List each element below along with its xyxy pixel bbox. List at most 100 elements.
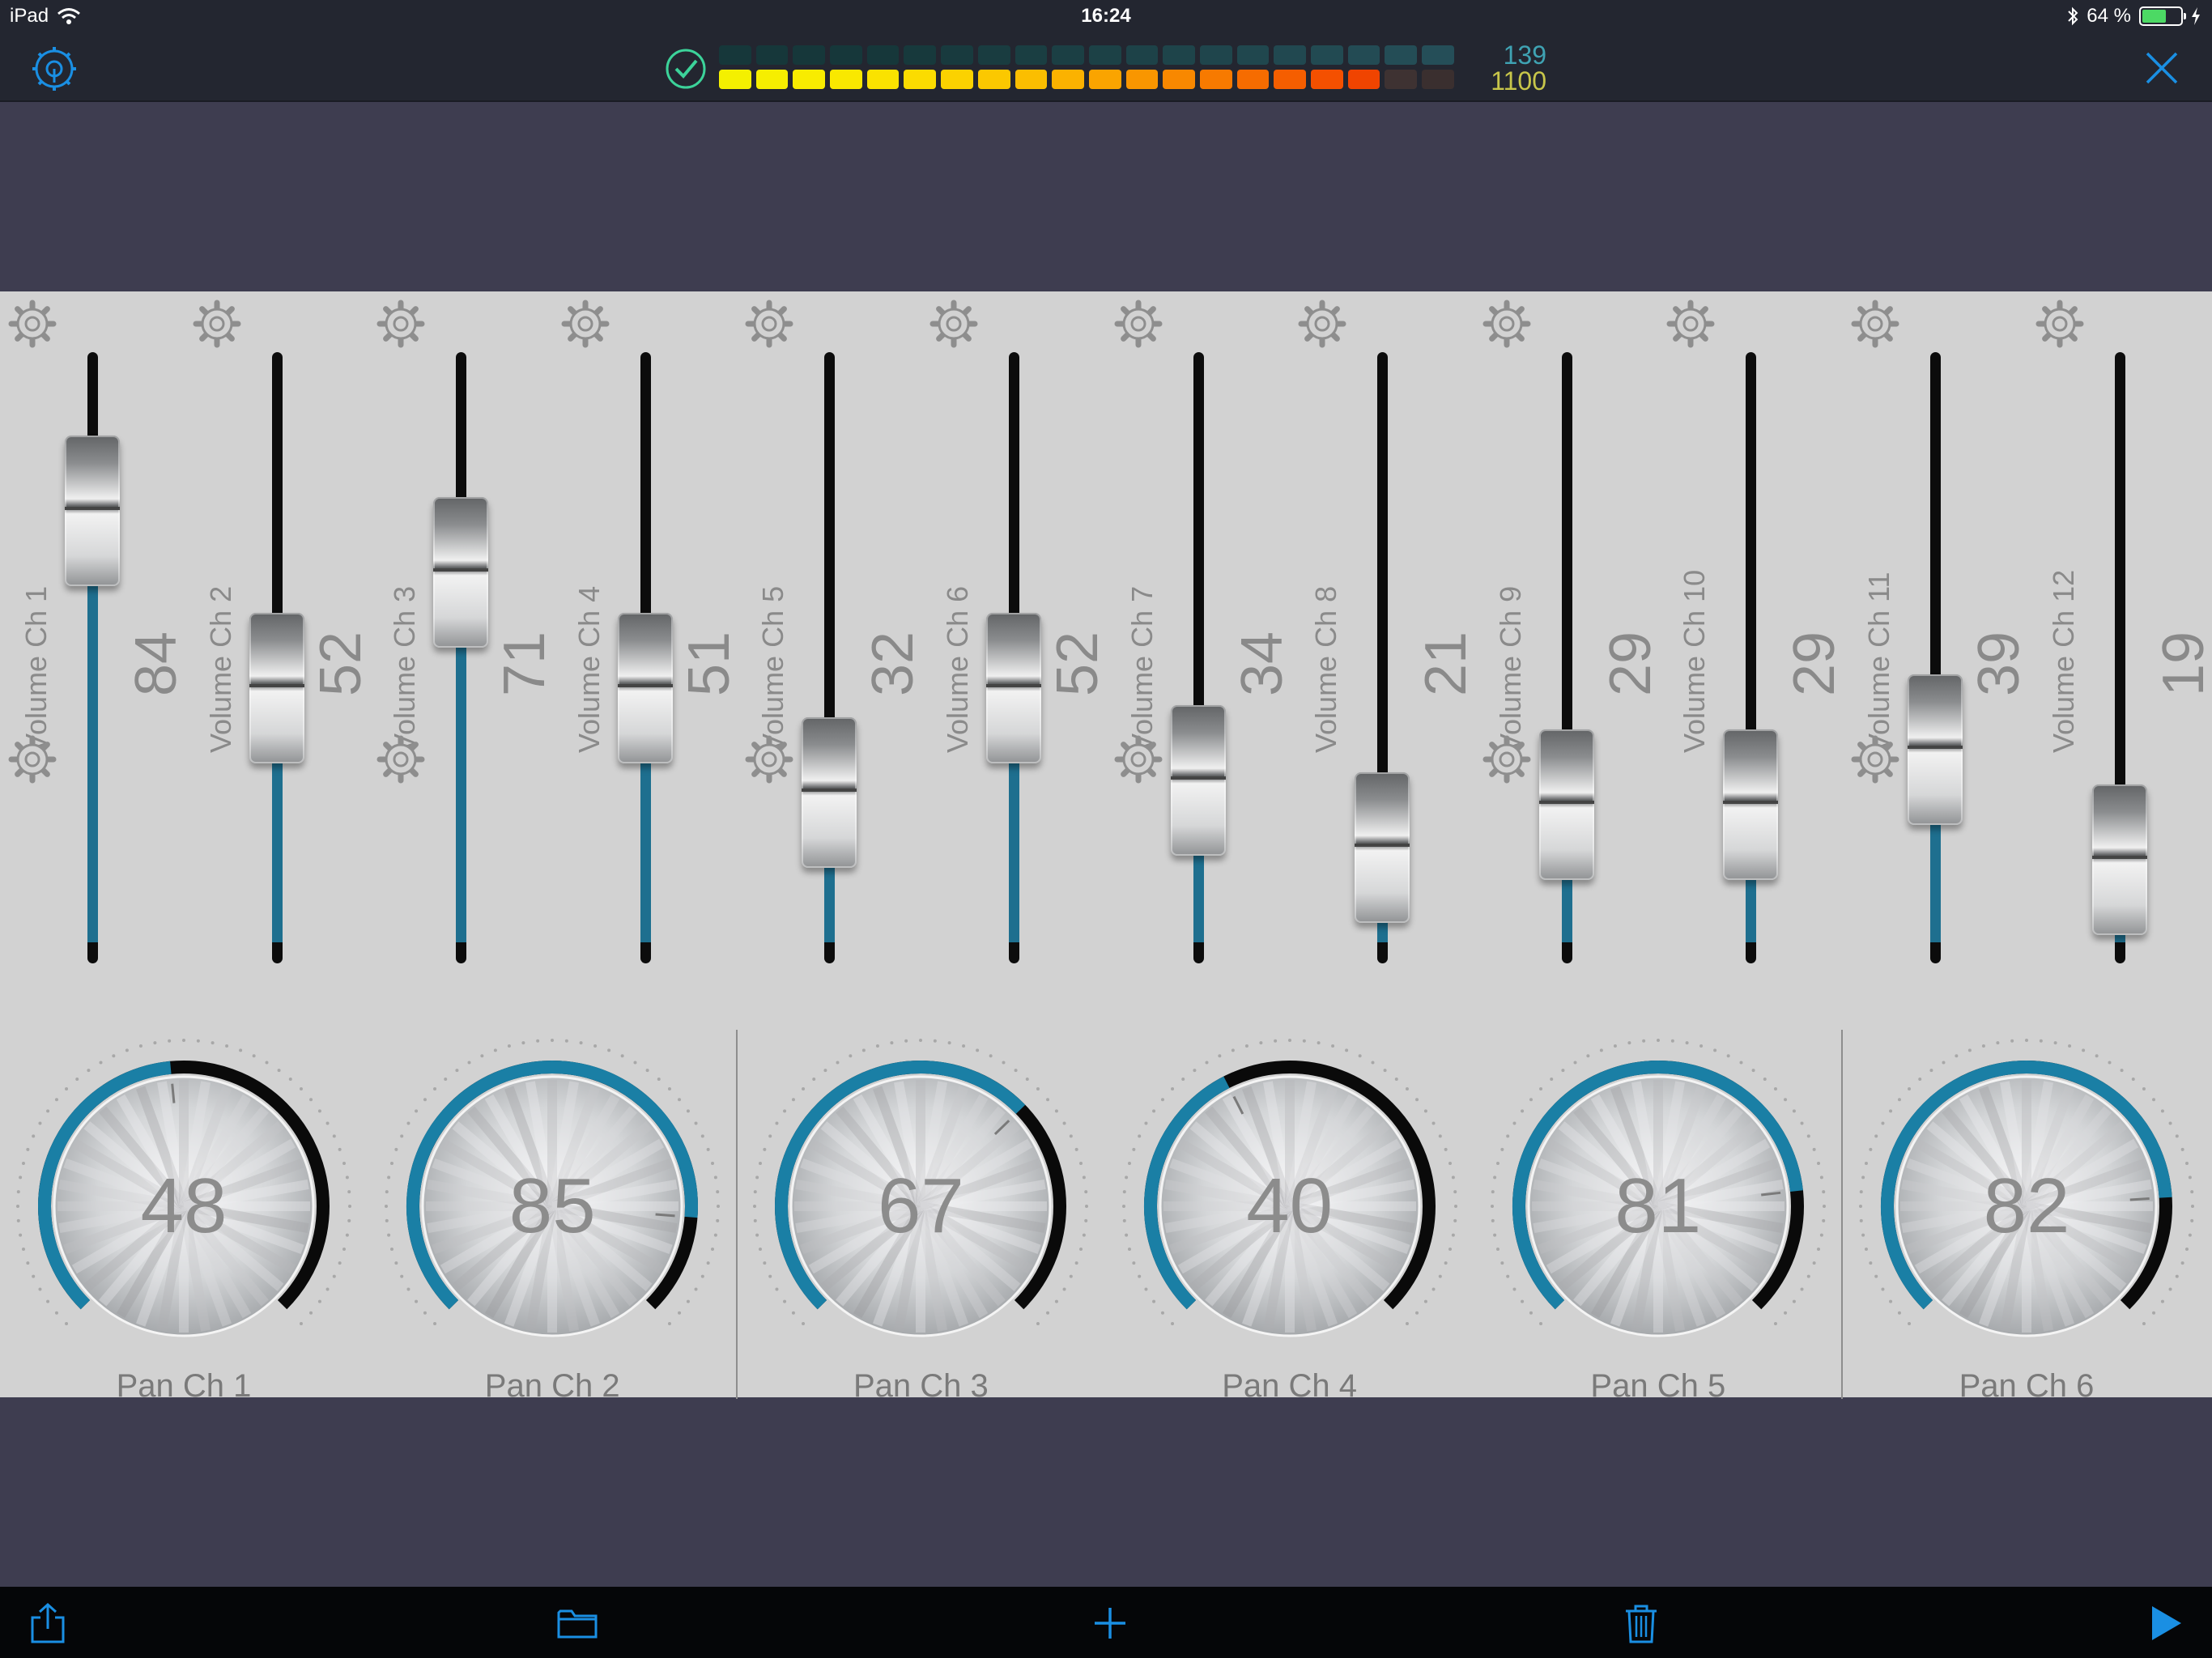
gear-icon[interactable] xyxy=(1666,300,1715,348)
meter-row-top xyxy=(719,45,1454,65)
pan-label: Pan Ch 2 xyxy=(484,1368,620,1404)
share-icon[interactable] xyxy=(26,1601,70,1645)
fader-track[interactable] xyxy=(1930,352,1941,963)
gear-icon[interactable] xyxy=(2035,300,2084,348)
gear-icon[interactable] xyxy=(8,300,57,348)
group-divider xyxy=(1841,1030,1843,1399)
meter-segment xyxy=(830,45,862,65)
fader-track[interactable] xyxy=(1193,352,1204,963)
meter-segment xyxy=(1163,70,1195,89)
fader-label: Volume Ch 7 xyxy=(1125,585,1159,753)
play-icon[interactable] xyxy=(2144,1601,2188,1645)
charging-icon xyxy=(2192,7,2200,25)
meter-segment xyxy=(1385,70,1418,89)
gear-icon[interactable] xyxy=(1482,735,1531,784)
level-meter xyxy=(719,45,1454,94)
fader-label: Volume Ch 8 xyxy=(1309,585,1343,753)
gear-icon[interactable] xyxy=(8,735,57,784)
gear-icon[interactable] xyxy=(1114,300,1163,348)
bluetooth-icon xyxy=(2068,6,2078,26)
fader-value: 29 xyxy=(1782,631,1848,696)
fader-knob[interactable] xyxy=(1538,729,1594,880)
meter-segment xyxy=(1274,45,1306,65)
meter-segment xyxy=(1052,70,1084,89)
meter-segment xyxy=(1088,45,1121,65)
meter-count-top: 139 xyxy=(1503,40,1546,70)
fader-knob[interactable] xyxy=(433,496,489,648)
fader-knob[interactable] xyxy=(2091,784,2147,935)
fader-track[interactable] xyxy=(824,352,836,963)
meter-segment xyxy=(1236,45,1270,65)
fader-knob[interactable] xyxy=(617,613,673,764)
pan-label: Pan Ch 3 xyxy=(853,1368,989,1404)
pan-label: Pan Ch 1 xyxy=(116,1368,252,1404)
gear-icon[interactable] xyxy=(745,735,793,784)
meter-segment xyxy=(793,45,826,65)
fader-knob[interactable] xyxy=(1355,772,1410,923)
gear-icon[interactable] xyxy=(376,735,425,784)
fader-knob[interactable] xyxy=(986,613,1041,764)
fader-label: Volume Ch 9 xyxy=(1493,585,1527,753)
meter-segment xyxy=(941,45,973,65)
meter-segment xyxy=(793,70,826,89)
gear-icon[interactable] xyxy=(1482,300,1531,348)
meter-segment xyxy=(866,70,900,89)
meter-segment xyxy=(1422,70,1454,89)
fader-knob[interactable] xyxy=(802,716,857,868)
header-bar: 139 1100 xyxy=(0,34,2212,102)
meter-segment xyxy=(1199,70,1232,89)
fader-track[interactable] xyxy=(456,352,467,963)
gear-icon[interactable] xyxy=(1298,300,1346,348)
trash-icon[interactable] xyxy=(1619,1601,1663,1645)
fader-knob[interactable] xyxy=(65,436,120,587)
fader-knob[interactable] xyxy=(1908,674,1963,825)
meter-segment xyxy=(1274,70,1306,89)
meter-counts: 139 1100 xyxy=(1482,42,1546,94)
pan-label: Pan Ch 6 xyxy=(1959,1368,2095,1404)
fader-value: 21 xyxy=(1414,631,1479,696)
battery-percent: 64 % xyxy=(2087,5,2131,27)
group-divider xyxy=(736,1030,738,1399)
gear-icon[interactable] xyxy=(193,300,241,348)
gear-icon[interactable] xyxy=(929,300,978,348)
fader-knob[interactable] xyxy=(1170,704,1226,856)
gear-icon[interactable] xyxy=(376,300,425,348)
control-panel: Volume Ch 1 84 Volume Ch 2 52 Volume Ch 3 71 V… xyxy=(0,291,2212,1404)
folder-icon[interactable] xyxy=(555,1601,599,1645)
plus-icon[interactable] xyxy=(1088,1601,1132,1645)
gear-icon[interactable] xyxy=(1851,735,1899,784)
fader-value: 51 xyxy=(676,631,742,696)
fader-label: Volume Ch 3 xyxy=(388,585,422,753)
meter-segment xyxy=(1311,45,1343,65)
settings-icon[interactable] xyxy=(31,45,78,92)
pan-label: Pan Ch 4 xyxy=(1222,1368,1357,1404)
meter-segment xyxy=(1125,70,1159,89)
meter-segment xyxy=(1422,45,1454,65)
meter-segment xyxy=(977,70,1010,89)
status-time: 16:24 xyxy=(1081,5,1131,27)
gear-icon[interactable] xyxy=(745,300,793,348)
fader-knob[interactable] xyxy=(1723,729,1779,880)
meter-segment xyxy=(755,45,789,65)
close-icon[interactable] xyxy=(2141,47,2183,89)
gear-icon[interactable] xyxy=(1851,300,1899,348)
meter-segment xyxy=(1125,45,1159,65)
meter-segment xyxy=(719,45,751,65)
meter-segment xyxy=(1163,45,1195,65)
pan-value: 82 xyxy=(1983,1163,2070,1249)
gear-icon[interactable] xyxy=(561,300,610,348)
fader-value: 32 xyxy=(861,631,926,696)
gear-icon[interactable] xyxy=(1114,735,1163,784)
status-bar: iPad 16:24 64 % xyxy=(0,0,2212,34)
meter-segment xyxy=(904,70,937,89)
meter-segment xyxy=(1015,45,1048,65)
fader-label: Volume Ch 4 xyxy=(572,585,606,753)
fader-value: 71 xyxy=(492,631,558,696)
fader-knob[interactable] xyxy=(249,613,304,764)
meter-segment xyxy=(1385,45,1418,65)
meter-row-bottom xyxy=(719,70,1454,89)
meter-segment xyxy=(1311,70,1343,89)
pan-value: 48 xyxy=(140,1163,228,1249)
pan-value: 85 xyxy=(508,1163,596,1249)
meter-segment xyxy=(1052,45,1084,65)
